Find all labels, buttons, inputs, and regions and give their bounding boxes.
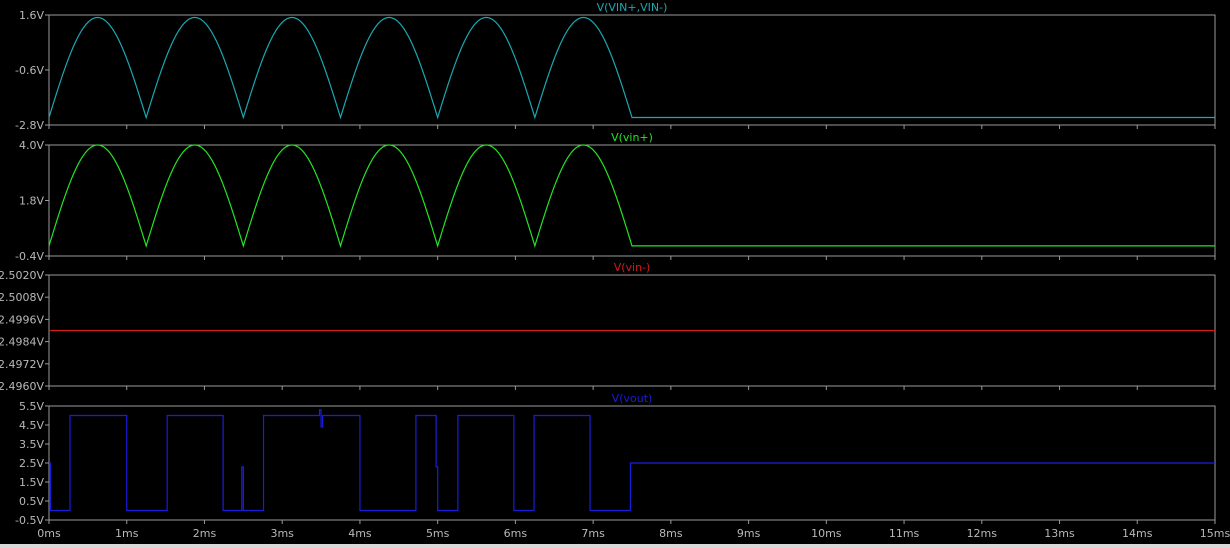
y-tick-label: 2.5V — [19, 457, 44, 470]
y-tick-label: 2.4960V — [0, 380, 44, 393]
y-tick-label: 4.5V — [19, 419, 44, 432]
x-tick-label: 0ms — [37, 527, 61, 540]
pane-frame — [48, 14, 1216, 126]
pane-title: V(vout) — [612, 392, 653, 405]
x-tick-label: 11ms — [889, 527, 920, 540]
x-tick-label: 12ms — [967, 527, 998, 540]
x-tick-label: 14ms — [1122, 527, 1153, 540]
y-tick-label: 5.5V — [19, 400, 44, 413]
y-tick-label: 2.4984V — [0, 336, 44, 349]
y-tick-label: -2.8V — [15, 119, 44, 132]
x-tick-label: 6ms — [504, 527, 528, 540]
y-tick-label: 3.5V — [19, 438, 44, 451]
y-tick-label: -0.5V — [15, 514, 44, 527]
x-tick-label: 10ms — [811, 527, 842, 540]
series-line — [49, 409, 1215, 512]
x-tick-label: 13ms — [1044, 527, 1075, 540]
bottom-strip — [0, 544, 1230, 548]
x-tick-label: 15ms — [1200, 527, 1230, 540]
y-tick-label: 0.5V — [19, 495, 44, 508]
y-tick-label: -0.4V — [15, 250, 44, 263]
pane-1: V(VIN+,VIN-) 1.6V -0.6V -2.8V — [15, 1, 1216, 132]
series-line — [48, 16, 1215, 120]
series-line — [48, 144, 1215, 248]
y-tick-label: -0.6V — [15, 64, 44, 77]
y-tick-label: 2.4972V — [0, 358, 44, 371]
x-tick-label: 2ms — [193, 527, 217, 540]
y-tick-label: 2.5020V — [0, 269, 44, 282]
y-tick-label: 1.6V — [19, 9, 44, 22]
x-tick-label: 5ms — [426, 527, 450, 540]
y-tick-label: 4.0V — [19, 139, 44, 152]
y-tick-label: 1.8V — [19, 195, 44, 208]
y-tick-label: 2.5008V — [0, 291, 44, 304]
x-tick-label: 7ms — [581, 527, 605, 540]
x-tick-label: 4ms — [348, 527, 372, 540]
x-tick-label: 9ms — [737, 527, 761, 540]
pane-title: V(VIN+,VIN-) — [597, 1, 668, 14]
x-tick-label: 3ms — [270, 527, 294, 540]
x-tick-label: 1ms — [115, 527, 139, 540]
y-tick-label: 2.4996V — [0, 313, 44, 326]
pane-4: V(vout) 5.5V 4.5V 3.5V 2.5V 1.5V 0.5V -0.5V0ms 1… — [15, 392, 1230, 540]
pane-title: V(vin+) — [611, 131, 653, 144]
pane-frame — [48, 144, 1216, 257]
pane-title: V(vin-) — [614, 261, 651, 274]
waveform-viewer: V(VIN+,VIN-) 1.6V -0.6V -2.8V V(vin+) 4.0V 1.8… — [0, 0, 1230, 548]
pane-3: V(vin-) 2.5020V 2.5008V 2.4996V 2.4984V 2.497… — [0, 261, 1216, 393]
x-tick-label: 8ms — [659, 527, 683, 540]
y-tick-label: 1.5V — [19, 476, 44, 489]
waveform-plot: V(VIN+,VIN-) 1.6V -0.6V -2.8V V(vin+) 4.0V 1.8… — [0, 1, 1230, 540]
pane-2: V(vin+) 4.0V 1.8V -0.4V — [15, 131, 1216, 263]
